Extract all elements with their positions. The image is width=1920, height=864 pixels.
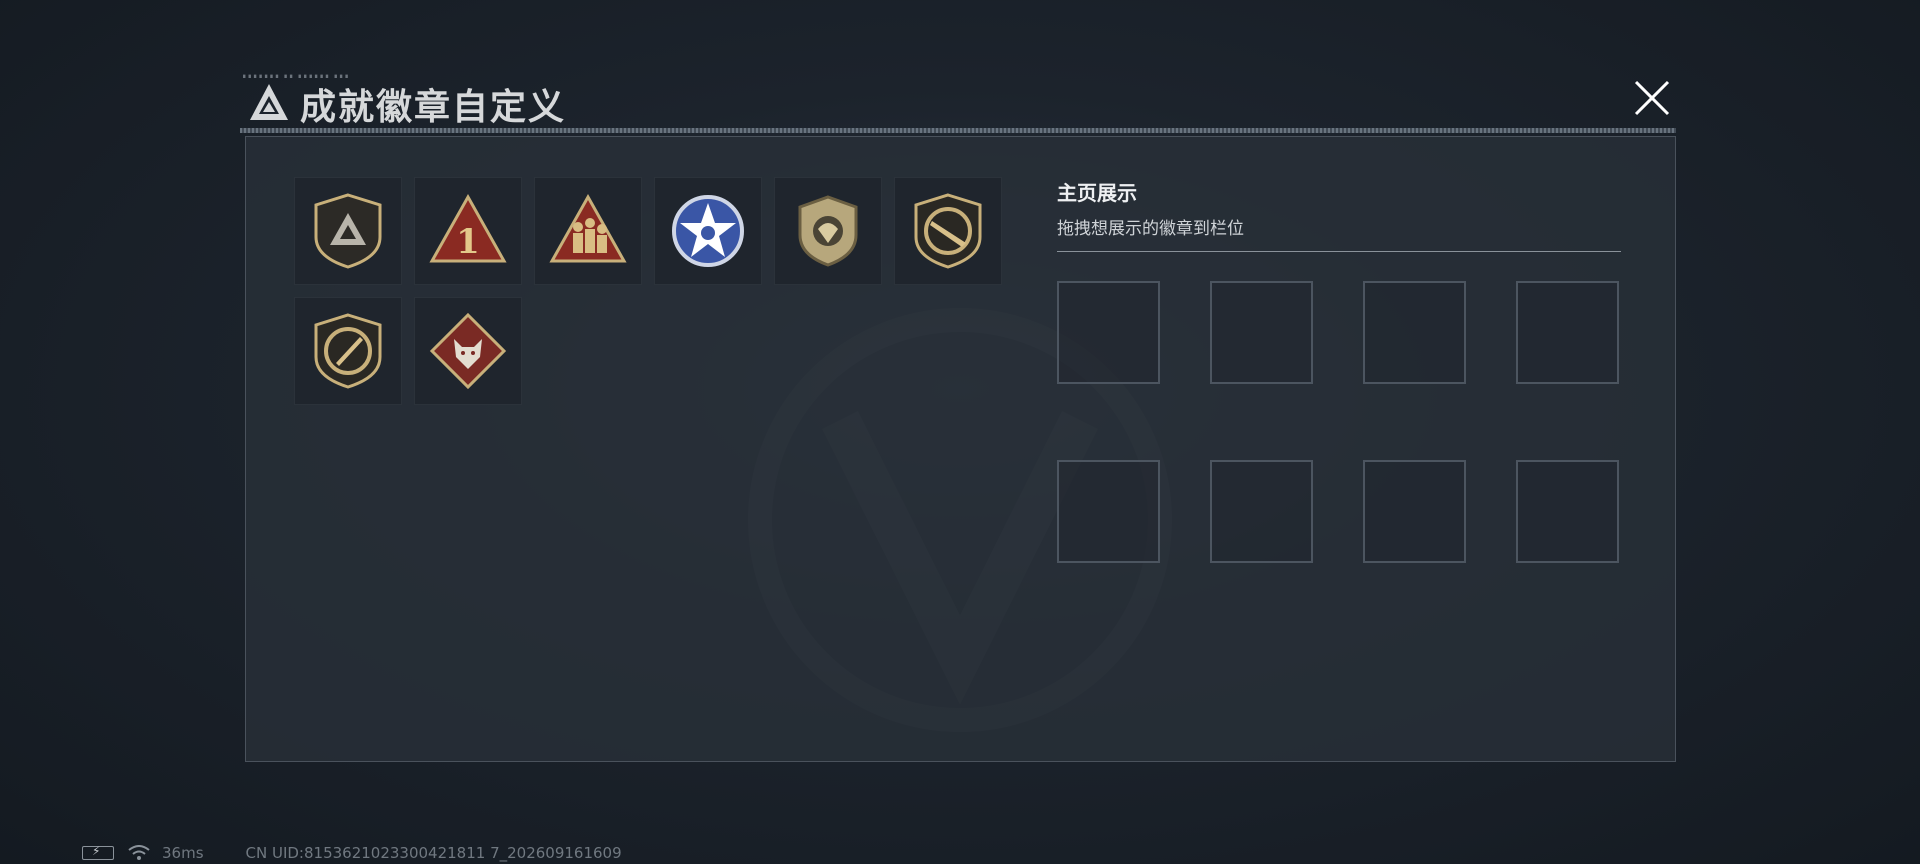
badge-item[interactable] <box>294 297 402 405</box>
showcase-slot[interactable] <box>1210 460 1313 563</box>
owned-badges-grid: 1 <box>294 177 1014 405</box>
showcase-slot[interactable] <box>1516 281 1619 384</box>
showcase-slot[interactable] <box>1363 460 1466 563</box>
wifi-icon <box>128 845 150 860</box>
close-button[interactable] <box>1630 76 1674 120</box>
showcase-title: 主页展示 <box>1057 181 1137 205</box>
shield-knife-badge-icon <box>314 313 382 389</box>
showcase-hint: 拖拽想展示的徽章到栏位 <box>1057 219 1244 239</box>
ping-value: 36ms <box>162 844 204 862</box>
user-uid: CN UID:8153621023300421811 7_20260916160… <box>245 844 622 862</box>
close-icon <box>1634 80 1670 116</box>
blue-star-badge-icon <box>672 195 744 267</box>
showcase-slots <box>1057 281 1619 563</box>
triangle-number-one-badge-icon: 1 <box>429 193 507 263</box>
badge-item[interactable] <box>294 177 402 285</box>
badge-item[interactable] <box>534 177 642 285</box>
svg-text:1: 1 <box>456 222 480 262</box>
status-bar: 36ms CN UID:8153621023300421811 7_202609… <box>82 844 622 862</box>
delta-logo-icon <box>250 84 288 120</box>
badge-item[interactable] <box>894 177 1002 285</box>
shield-parachute-badge-icon <box>798 195 858 267</box>
shield-triangle-badge-icon <box>314 193 382 269</box>
badge-item[interactable]: 1 <box>414 177 522 285</box>
showcase-divider <box>1057 251 1621 252</box>
showcase-slot[interactable] <box>1057 281 1160 384</box>
diamond-wolf-badge-icon <box>429 312 507 390</box>
showcase-slot[interactable] <box>1516 460 1619 563</box>
badge-item[interactable] <box>654 177 762 285</box>
triangle-soldiers-badge-icon <box>549 193 627 263</box>
shield-rifle-badge-icon <box>914 193 982 269</box>
badge-item[interactable] <box>774 177 882 285</box>
badge-panel: 1 主页展示 拖拽想展示的徽章到栏位 <box>245 136 1676 762</box>
battery-charging-icon <box>82 844 114 860</box>
page-title: 成就徽章自定义 <box>300 87 567 128</box>
title-bar: ∎∎∎∎∎∎∎ ∎∎ ∎∎∎∎∎∎ ∎∎∎ 成就徽章自定义 <box>240 72 1676 133</box>
homepage-showcase: 主页展示 拖拽想展示的徽章到栏位 <box>1057 177 1621 563</box>
showcase-slot[interactable] <box>1363 281 1466 384</box>
badge-item[interactable] <box>414 297 522 405</box>
showcase-slot[interactable] <box>1057 460 1160 563</box>
title-divider <box>240 128 1676 133</box>
showcase-slot[interactable] <box>1210 281 1313 384</box>
